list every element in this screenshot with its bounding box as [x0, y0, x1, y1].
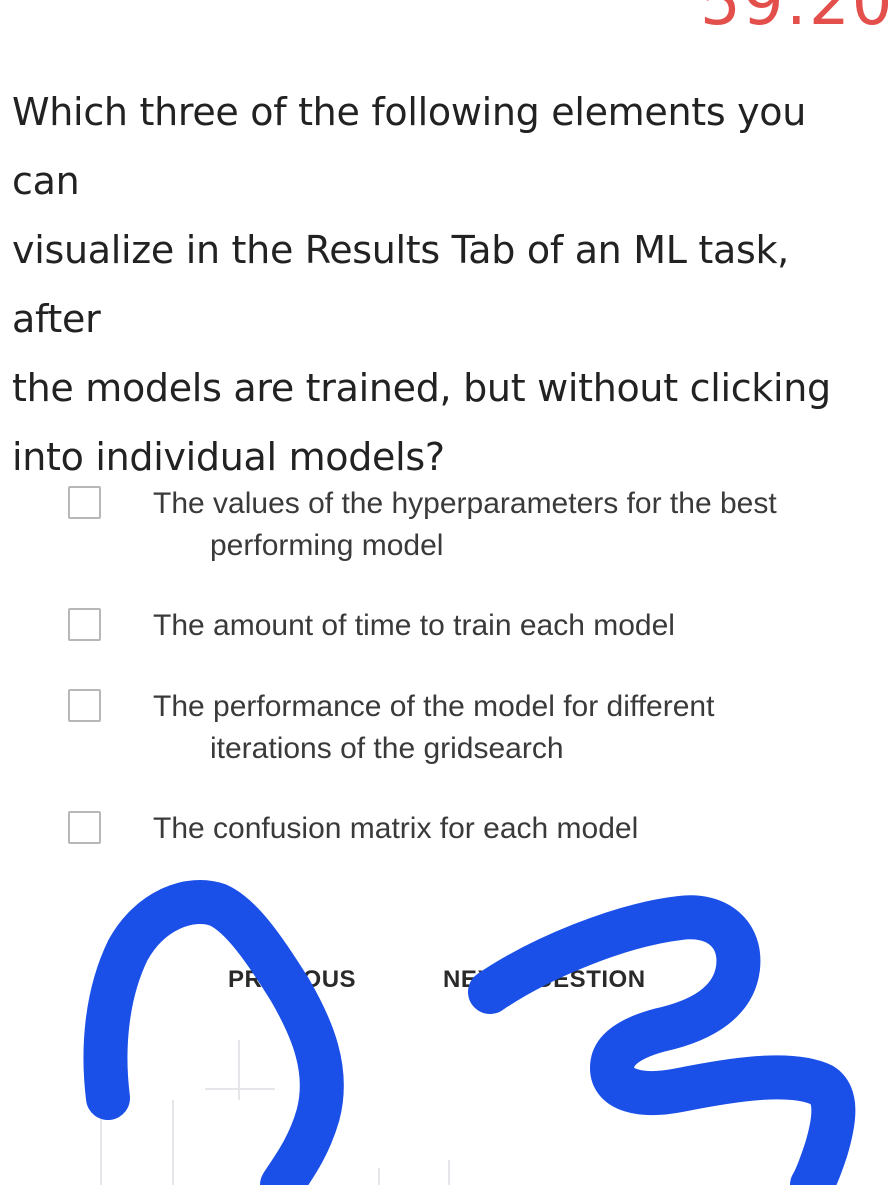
question-line: into individual models?: [12, 435, 445, 479]
question-line: visualize in the Results Tab of an ML ta…: [12, 228, 789, 341]
option-label: The values of the hyperparameters for th…: [153, 487, 777, 562]
question-line: the models are trained, but without clic…: [12, 366, 831, 410]
option-label: The performance of the model for differe…: [153, 690, 715, 765]
previous-button[interactable]: PREVIOUS: [228, 966, 356, 994]
option-checkbox[interactable]: [68, 608, 101, 641]
timer-display: 59:20: [700, 0, 888, 40]
scribble-stroke-left: [83, 880, 344, 1185]
option-checkbox[interactable]: [68, 811, 101, 844]
option-label: The amount of time to train each model: [153, 609, 675, 642]
background-divider: [448, 1160, 450, 1185]
question-text: Which three of the following elements yo…: [12, 78, 872, 492]
option-checkbox[interactable]: [68, 689, 101, 722]
background-divider: [378, 1168, 380, 1185]
scribble-stroke-right: [468, 895, 856, 1185]
background-divider: [172, 1100, 174, 1185]
background-divider: [238, 1040, 240, 1100]
background-divider: [205, 1088, 275, 1090]
next-question-button[interactable]: NEXT QUESTION: [443, 966, 646, 994]
option-checkbox[interactable]: [68, 486, 101, 519]
question-line: Which three of the following elements yo…: [12, 90, 807, 203]
background-divider: [100, 1110, 102, 1185]
option-label: The confusion matrix for each model: [153, 812, 639, 845]
